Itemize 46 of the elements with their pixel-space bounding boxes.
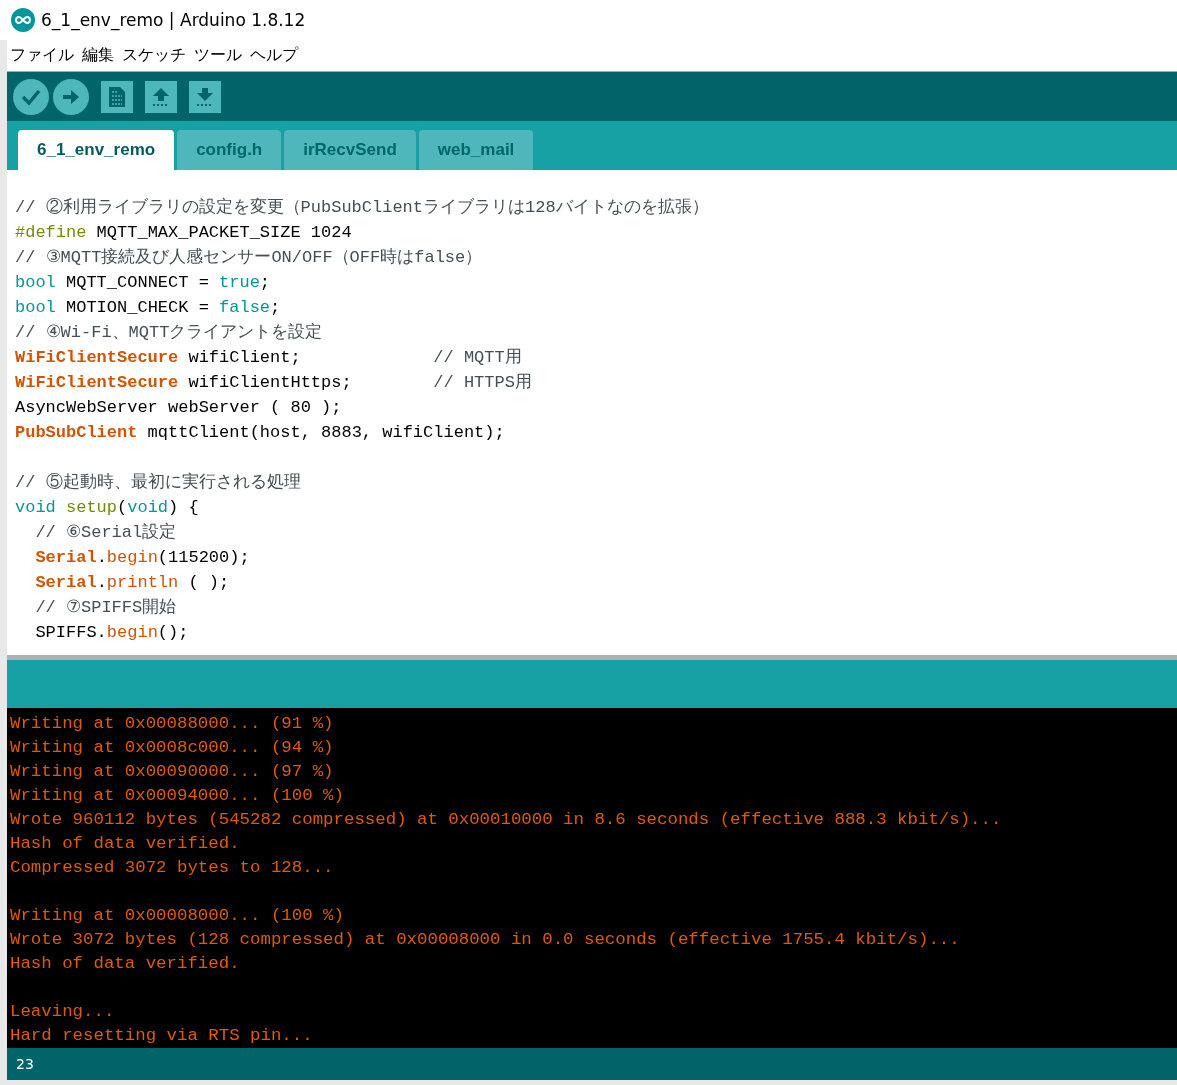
window-title: 6_1_env_remo | Arduino 1.8.12 bbox=[41, 10, 306, 30]
console-line: Writing at 0x00088000... (91 %) bbox=[10, 713, 335, 735]
code-line: void setup(void) { bbox=[15, 497, 200, 519]
code-line: PubSubClient mqttClient(host, 8883, wifiClient); bbox=[15, 422, 506, 444]
upload-arrow-icon bbox=[150, 85, 172, 108]
console-line: Compressed 3072 bytes to 128... bbox=[10, 857, 335, 879]
code-line: // ⑥Serial設定 bbox=[34, 521, 178, 544]
console-line: Hash of data verified. bbox=[10, 833, 241, 855]
code-line: Serial.begin(115200); bbox=[34, 547, 251, 569]
code-line: WiFiClientSecure wifiClientHttps; // HTTPS用 bbox=[15, 372, 533, 394]
code-line: WiFiClientSecure wifiClient; // MQTT用 bbox=[15, 347, 523, 369]
console-line: Hard resetting via RTS pin... bbox=[10, 1025, 314, 1047]
code-line: bool MOTION_CHECK = false; bbox=[15, 297, 282, 319]
console-line: Wrote 3072 bytes (128 compressed) at 0x00008000 in 0.0 seconds (effective 1755.4 kbit/s)... bbox=[10, 929, 961, 951]
menu-item[interactable]: ファイル bbox=[10, 45, 74, 66]
save-button[interactable] bbox=[189, 80, 221, 113]
menu-item[interactable]: スケッチ bbox=[122, 45, 186, 66]
console-line: Writing at 0x0008c000... (94 %) bbox=[10, 737, 335, 759]
code-line: Serial.println ( ); bbox=[34, 572, 231, 594]
code-line: bool MQTT_CONNECT = true; bbox=[15, 272, 272, 294]
infinity-logo-icon bbox=[11, 8, 35, 32]
code-line: // ②利用ライブラリの設定を変更（PubSubClientライブラリは128バイトなのを拡張） bbox=[15, 196, 710, 219]
console-line: Writing at 0x00008000... (100 %) bbox=[10, 905, 345, 927]
console-line: Hash of data verified. bbox=[10, 953, 241, 975]
code-line: SPIFFS.begin(); bbox=[34, 622, 190, 644]
code-line: #define MQTT_MAX_PACKET_SIZE 1024 bbox=[15, 222, 353, 244]
download-arrow-icon bbox=[194, 85, 216, 108]
console-line: Wrote 960112 bytes (545282 compressed) at 0x00010000 in 8.6 seconds (effective 888.3 kbit/s)... bbox=[10, 809, 1003, 831]
verify-button[interactable] bbox=[13, 78, 49, 115]
code-line: // ④Wi-Fi、MQTTクライアントを設定 bbox=[15, 321, 324, 344]
code-line: // ③MQTT接続及び人感センサーON/OFF（OFF時はfalse） bbox=[15, 247, 484, 269]
console-line: Writing at 0x00090000... (97 %) bbox=[10, 761, 335, 783]
upload-button[interactable] bbox=[53, 78, 89, 115]
code-line: // ⑦SPIFFS開始 bbox=[34, 597, 178, 619]
open-button[interactable] bbox=[145, 80, 177, 113]
file-tab[interactable]: 6_1_env_remo bbox=[18, 130, 175, 170]
code-line: AsyncWebServer webServer ( 80 ); bbox=[15, 397, 343, 419]
console-line: Writing at 0x00094000... (100 %) bbox=[10, 785, 345, 807]
menu-item[interactable]: 編集 bbox=[82, 45, 114, 66]
menu-item[interactable]: ツール bbox=[194, 45, 242, 66]
console-line: Leaving... bbox=[10, 1001, 116, 1023]
document-icon bbox=[107, 85, 127, 108]
line-number: 23 bbox=[16, 1056, 34, 1072]
new-button[interactable] bbox=[101, 80, 133, 113]
menu-item[interactable]: ヘルプ bbox=[250, 45, 298, 66]
code-line: // ⑤起動時、最初に実行される処理 bbox=[15, 471, 302, 494]
